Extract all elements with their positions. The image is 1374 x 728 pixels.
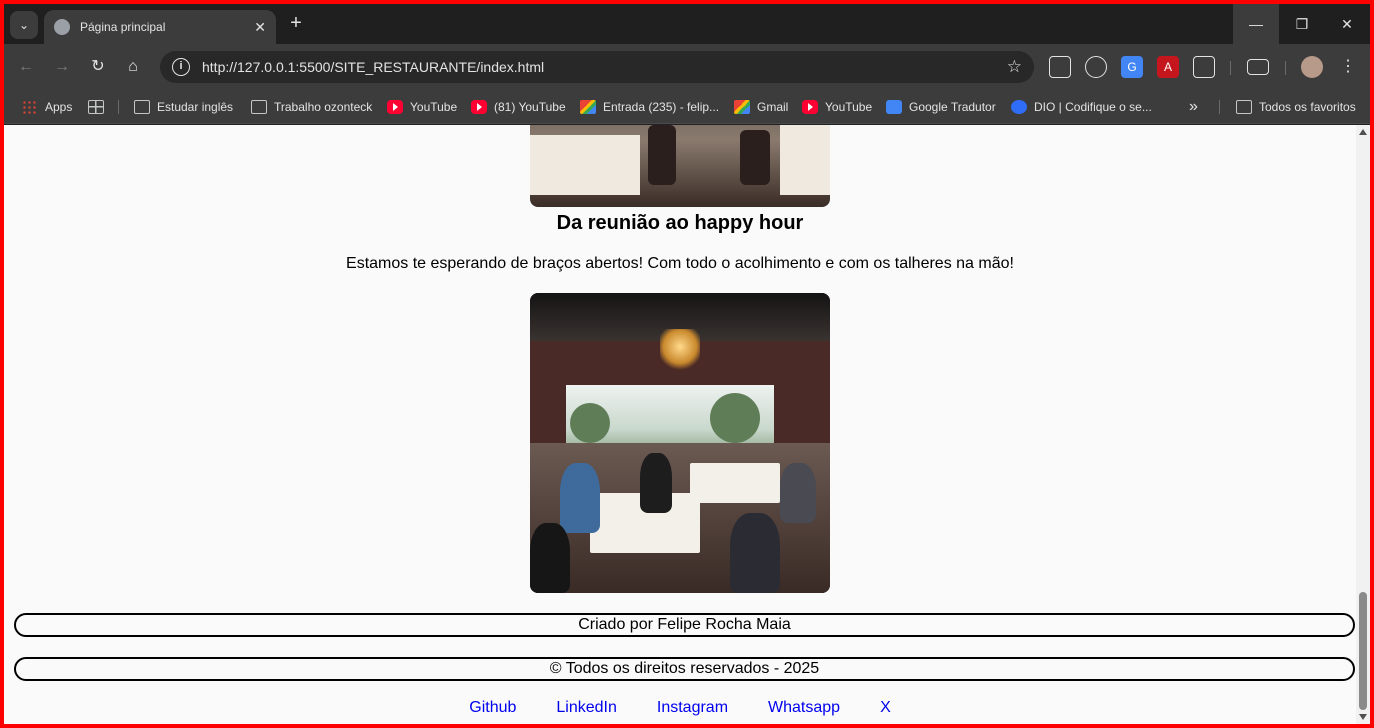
- folder-icon: [251, 100, 267, 114]
- back-button[interactable]: ←: [14, 55, 38, 79]
- bookmark-folder-estudar-ingles[interactable]: Estudar inglês: [134, 98, 233, 116]
- bookmarks-bar: Apps Estudar inglês Trabalho ozonteck Yo…: [4, 90, 1370, 124]
- chatgpt-extension-icon[interactable]: [1085, 56, 1107, 78]
- menu-kebab-icon[interactable]: ⋮: [1336, 55, 1360, 79]
- tab-strip: ⌄ Página principal ✕ + — ❐ ✕: [4, 4, 1370, 44]
- forward-button[interactable]: →: [50, 55, 74, 79]
- credit-box: Criado por Felipe Rocha Maia: [14, 613, 1355, 637]
- bookmark-label: Google Tradutor: [909, 100, 996, 114]
- apps-icon: [22, 100, 38, 114]
- bookmark-label: Trabalho ozonteck: [274, 100, 373, 114]
- page-viewport: Da reunião ao happy hour Estamos te espe…: [4, 125, 1356, 724]
- scroll-up-icon[interactable]: [1359, 129, 1367, 135]
- reload-icon: ↻: [91, 58, 105, 75]
- bookmark-grid[interactable]: [88, 98, 111, 116]
- home-button[interactable]: ⌂: [121, 55, 145, 79]
- bookmark-label: (81) YouTube: [494, 100, 566, 114]
- google-translate-icon: [886, 100, 902, 114]
- folder-icon: [1236, 100, 1252, 114]
- bookmark-label: YouTube: [825, 100, 873, 114]
- bookmark-google-tradutor[interactable]: Google Tradutor: [886, 98, 996, 116]
- youtube-icon: [471, 100, 487, 114]
- site-info-icon[interactable]: i: [172, 58, 190, 76]
- bookmark-youtube-2[interactable]: YouTube: [802, 98, 872, 116]
- youtube-icon: [802, 100, 818, 114]
- bookmark-label: Apps: [45, 100, 73, 114]
- scroll-down-icon[interactable]: [1359, 714, 1367, 720]
- bookmark-label: Entrada (235) - felip...: [603, 100, 720, 114]
- link-linkedin[interactable]: LinkedIn: [556, 699, 617, 717]
- tab-pagina-principal[interactable]: Página principal ✕: [44, 10, 276, 44]
- bookmark-dio[interactable]: DIO | Codifique o se...: [1011, 98, 1152, 116]
- bookmark-youtube-81[interactable]: (81) YouTube: [471, 98, 566, 116]
- home-icon: ⌂: [128, 58, 138, 75]
- pdf-extension-icon[interactable]: A: [1157, 56, 1179, 78]
- reload-button[interactable]: ↻: [86, 55, 110, 79]
- globe-icon: [54, 19, 70, 35]
- bookmarks-overflow-button[interactable]: »: [1189, 98, 1198, 116]
- youtube-icon: [387, 100, 403, 114]
- bookmark-star-icon[interactable]: ☆: [1007, 57, 1022, 77]
- address-bar[interactable]: i http://127.0.0.1:5500/SITE_RESTAURANTE…: [160, 51, 1034, 83]
- bookmark-label: YouTube: [410, 100, 458, 114]
- link-x[interactable]: X: [880, 699, 891, 717]
- bookmark-todos-os-favoritos[interactable]: Todos os favoritos: [1236, 98, 1356, 116]
- arrow-left-icon: ←: [18, 58, 34, 75]
- image-extension-icon[interactable]: [1049, 56, 1071, 78]
- copyright-box: © Todos os direitos reservados - 2025: [14, 657, 1355, 681]
- browser-window: ⌄ Página principal ✕ + — ❐ ✕ ← → ↻ ⌂ i h…: [4, 4, 1370, 724]
- grid-icon: [88, 100, 104, 114]
- bookmark-label: Todos os favoritos: [1259, 100, 1356, 114]
- cast-icon[interactable]: [1247, 59, 1269, 75]
- arrow-right-icon: →: [54, 58, 70, 75]
- bookmark-label: Estudar inglês: [157, 100, 234, 114]
- dio-icon: [1011, 100, 1027, 114]
- chevron-double-right-icon: »: [1189, 98, 1198, 115]
- tab-title: Página principal: [80, 20, 166, 34]
- restore-button[interactable]: ❐: [1279, 4, 1325, 44]
- avatar[interactable]: [1301, 56, 1323, 78]
- section-text: Estamos te esperando de braços abertos! …: [346, 255, 1014, 272]
- url-text[interactable]: http://127.0.0.1:5500/SITE_RESTAURANTE/i…: [202, 59, 1007, 75]
- bookmark-folder-trabalho-ozonteck[interactable]: Trabalho ozonteck: [251, 98, 372, 116]
- bookmark-entrada-gmail[interactable]: Entrada (235) - felip...: [580, 98, 719, 116]
- extensions-puzzle-icon[interactable]: [1193, 56, 1215, 78]
- gmail-icon: [734, 100, 750, 114]
- bookmark-youtube[interactable]: YouTube: [387, 98, 457, 116]
- bookmark-apps[interactable]: Apps: [22, 98, 72, 116]
- gmail-icon: [580, 100, 596, 114]
- chevron-down-icon: ⌄: [18, 18, 30, 32]
- vertical-scrollbar[interactable]: [1356, 125, 1370, 724]
- bookmark-label: DIO | Codifique o se...: [1034, 100, 1152, 114]
- social-links: Github LinkedIn Instagram Whatsapp X: [4, 699, 1356, 717]
- bookmark-label: Gmail: [757, 100, 789, 114]
- scrollbar-thumb[interactable]: [1359, 592, 1367, 710]
- browser-toolbar: ← → ↻ ⌂ i http://127.0.0.1:5500/SITE_RES…: [4, 44, 1370, 90]
- link-instagram[interactable]: Instagram: [657, 699, 728, 717]
- close-icon[interactable]: ✕: [254, 19, 266, 36]
- close-window-button[interactable]: ✕: [1324, 4, 1370, 44]
- bookmark-separator: [118, 100, 119, 114]
- minimize-button[interactable]: —: [1233, 4, 1279, 44]
- restaurant-tables-image: [530, 125, 830, 207]
- section-title: Da reunião ao happy hour: [556, 212, 804, 234]
- google-translate-extension-icon[interactable]: G: [1121, 56, 1143, 78]
- bookmark-gmail[interactable]: Gmail: [734, 98, 788, 116]
- bookmark-separator: [1219, 100, 1220, 114]
- new-tab-button[interactable]: +: [284, 12, 308, 36]
- toolbar-separator: [1230, 61, 1231, 75]
- link-github[interactable]: Github: [469, 699, 516, 717]
- toolbar-separator: [1285, 61, 1286, 75]
- restaurant-dining-room-image: [530, 293, 830, 593]
- tab-search-button[interactable]: ⌄: [10, 11, 38, 39]
- folder-icon: [134, 100, 150, 114]
- link-whatsapp[interactable]: Whatsapp: [768, 699, 840, 717]
